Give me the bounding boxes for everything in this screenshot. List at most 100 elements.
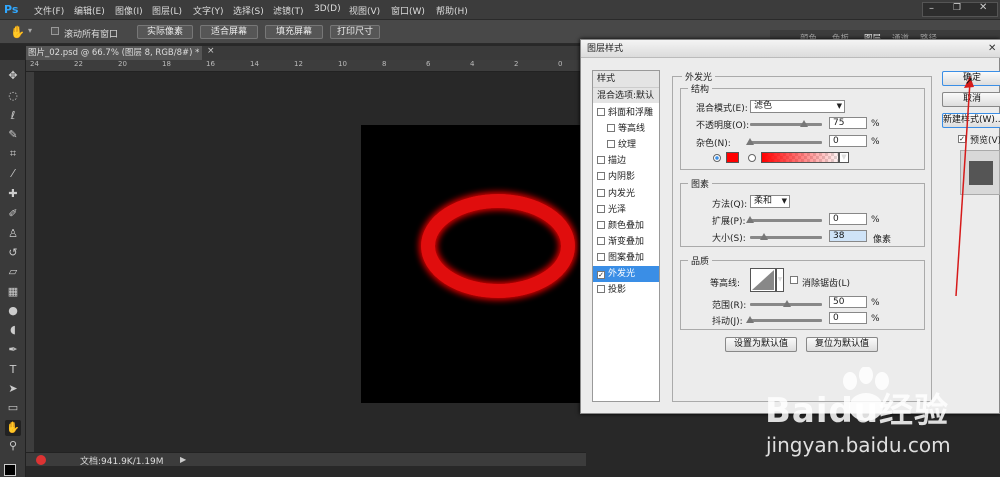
path-selection-tool-icon[interactable]: ➤ [5,381,21,397]
gradient-picker[interactable] [761,152,839,163]
gradient-tool-icon[interactable]: ▦ [5,284,21,300]
style-item[interactable]: 投影 [593,282,659,298]
restore-icon[interactable]: ❐ [953,3,961,13]
style-item[interactable]: ✓ 外发光 [593,266,659,282]
opacity-input[interactable]: 75 [829,117,867,129]
style-item[interactable]: 描边 [593,153,659,169]
menu-item-10[interactable]: 帮助(H) [436,4,468,17]
glow-color-swatch[interactable] [726,152,739,163]
menu-item-5[interactable]: 选择(S) [233,4,264,17]
gradient-dropdown[interactable]: ▼ [839,152,849,163]
fill-screen-button[interactable]: 填充屏幕 [265,25,323,39]
noise-slider-thumb[interactable] [746,138,754,145]
technique-select[interactable]: 柔和 ▼ [750,195,790,208]
quick-select-tool-icon[interactable]: ✎ [5,127,21,143]
style-checkbox[interactable] [597,252,605,261]
style-item[interactable]: 斜面和浮雕 [593,105,659,121]
eraser-tool-icon[interactable]: ▱ [5,264,21,280]
minimize-icon[interactable]: – [929,3,934,14]
fit-screen-button[interactable]: 适合屏幕 [200,25,258,39]
style-item[interactable]: 内发光 [593,186,659,202]
menu-item-7[interactable]: 3D(D) [314,4,341,14]
style-checkbox[interactable] [597,172,605,181]
pen-tool-icon[interactable]: ✒ [5,342,21,358]
menu-item-2[interactable]: 图像(I) [115,4,143,17]
style-checkbox[interactable] [597,285,605,294]
style-checkbox[interactable] [597,108,605,116]
size-slider-thumb[interactable] [760,233,768,240]
blending-options-item[interactable]: 混合选项:默认 [593,87,659,103]
history-brush-tool-icon[interactable]: ↺ [5,245,21,261]
style-checkbox[interactable] [597,156,605,165]
style-item[interactable]: 颜色叠加 [593,218,659,234]
spread-slider[interactable] [750,219,822,222]
style-item[interactable]: 光泽 [593,202,659,218]
clone-stamp-tool-icon[interactable]: ♙ [5,226,21,242]
style-checkbox[interactable] [597,188,605,197]
hand-tool-icon[interactable]: ✋ [10,25,25,39]
contour-dropdown[interactable]: ▼ [776,268,784,292]
color-radio[interactable] [713,154,721,162]
menu-item-3[interactable]: 图层(L) [152,4,182,17]
contour-picker[interactable] [750,268,776,292]
crop-tool-icon[interactable]: ⌗ [5,146,21,162]
menu-item-9[interactable]: 窗口(W) [391,4,425,17]
style-checkbox[interactable] [607,124,615,133]
size-input[interactable]: 38 [829,230,867,242]
dialog-close-icon[interactable]: ✕ [988,43,996,54]
hand-tool-icon-active[interactable]: ✋ [5,420,21,436]
style-checkbox[interactable]: ✓ [597,271,605,279]
style-checkbox[interactable] [597,220,605,229]
menu-item-6[interactable]: 滤镜(T) [273,4,304,17]
jitter-slider[interactable] [750,319,822,322]
spread-input[interactable]: 0 [829,213,867,225]
style-checkbox[interactable] [607,140,615,149]
eyedropper-tool-icon[interactable]: ⁄ [5,166,21,182]
style-item[interactable]: 内阴影 [593,169,659,185]
document-canvas[interactable] [361,125,581,403]
move-tool-icon[interactable]: ✥ [5,68,21,84]
noise-slider[interactable] [750,141,822,144]
opacity-slider[interactable] [750,123,822,126]
style-checkbox[interactable] [597,204,605,213]
noise-input[interactable]: 0 [829,135,867,147]
foreground-color-swatch[interactable] [4,464,16,476]
close-icon[interactable]: ✕ [979,2,987,13]
range-input[interactable]: 50 [829,296,867,308]
gradient-radio[interactable] [748,154,756,162]
print-size-button[interactable]: 打印尺寸 [330,25,380,39]
jitter-input[interactable]: 0 [829,312,867,324]
jitter-slider-thumb[interactable] [746,316,754,323]
range-slider-thumb[interactable] [783,300,791,307]
lasso-tool-icon[interactable]: ℓ [5,108,21,124]
menu-item-0[interactable]: 文件(F) [34,4,64,17]
reset-default-button[interactable]: 复位为默认值 [806,337,878,352]
menu-item-4[interactable]: 文字(Y) [193,4,224,17]
blur-tool-icon[interactable]: ● [5,303,21,319]
style-list-header[interactable]: 样式 [593,71,659,87]
opacity-slider-thumb[interactable] [800,120,808,127]
zoom-tool-icon[interactable]: ⚲ [5,438,21,454]
blend-mode-select[interactable]: 滤色 ▼ [750,100,845,113]
marquee-tool-icon[interactable]: ◌ [5,88,21,104]
menu-item-1[interactable]: 编辑(E) [74,4,105,17]
type-tool-icon[interactable]: T [5,362,21,378]
style-checkbox[interactable] [597,236,605,245]
anti-alias-checkbox[interactable] [790,276,801,286]
style-item[interactable]: 图案叠加 [593,250,659,266]
make-default-button[interactable]: 设置为默认值 [725,337,797,352]
document-tab[interactable]: 图片_02.psd @ 66.7% (图层 8, RGB/8#) * [26,46,202,60]
style-item[interactable]: 纹理 [593,137,659,153]
brush-tool-icon[interactable]: ✐ [5,206,21,222]
actual-pixels-button[interactable]: 实际像素 [137,25,193,39]
style-item[interactable]: 渐变叠加 [593,234,659,250]
status-menu-arrow-icon[interactable]: ▶ [180,455,186,464]
close-tab-icon[interactable]: × [207,46,215,56]
zoom-indicator[interactable] [36,455,46,465]
spread-slider-thumb[interactable] [746,216,754,223]
menu-item-8[interactable]: 视图(V) [349,4,380,17]
scroll-all-windows-checkbox[interactable] [51,27,62,37]
tool-preset-chevron-icon[interactable]: ▾ [28,26,32,35]
rectangle-tool-icon[interactable]: ▭ [5,400,21,416]
healing-brush-tool-icon[interactable]: ✚ [5,186,21,202]
